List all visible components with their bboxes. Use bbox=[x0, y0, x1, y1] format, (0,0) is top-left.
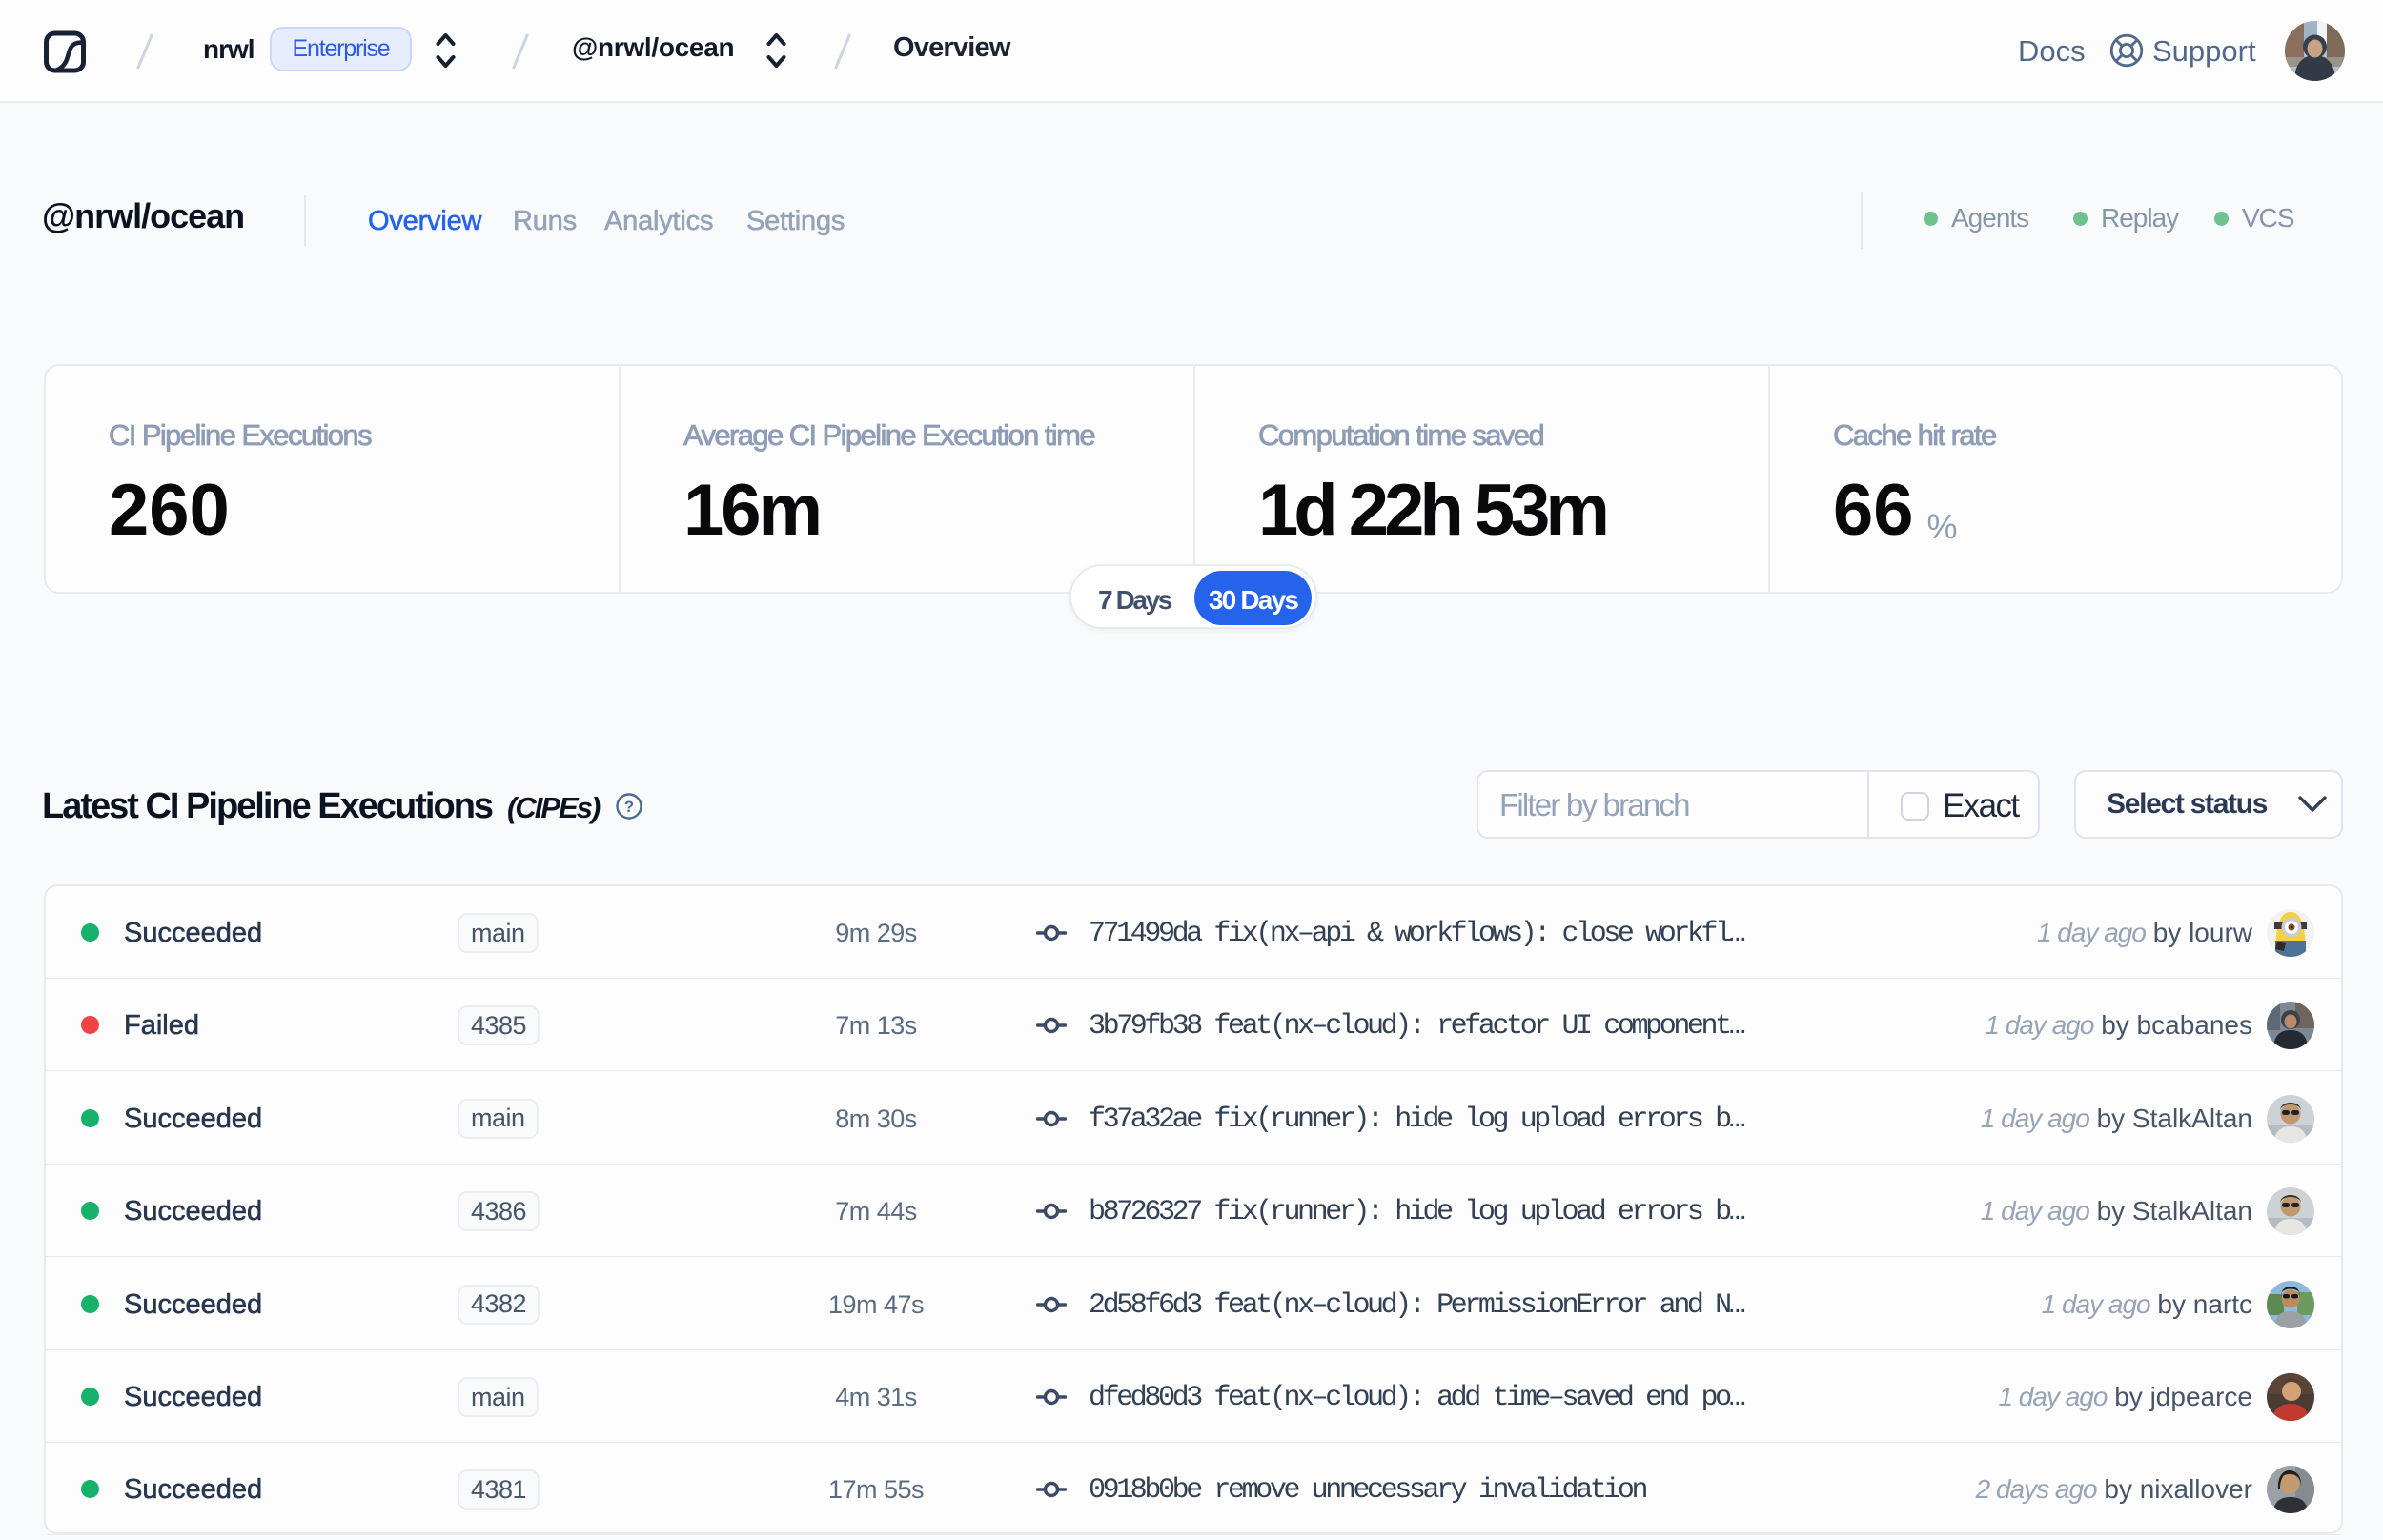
svg-text:?: ? bbox=[624, 798, 634, 816]
